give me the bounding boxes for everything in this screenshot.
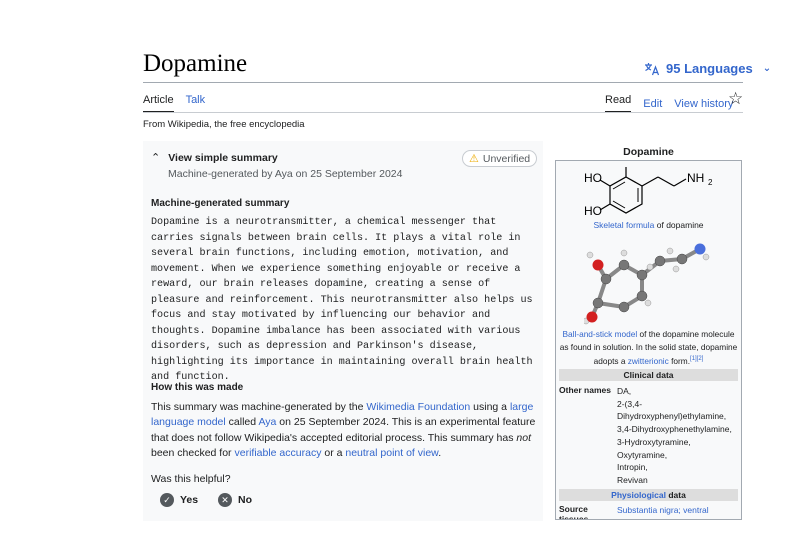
page-title: Dopamine	[143, 50, 248, 77]
cap2-text-2: form.	[668, 355, 691, 366]
chevron-up-icon: ⌃	[151, 152, 161, 164]
skeletal-formula-image[interactable]: HO HO NH 2	[582, 165, 717, 221]
how-text-6: or a	[321, 446, 346, 459]
physio-header-text: data	[665, 490, 686, 500]
simple-summary-panel: ⌃ View simple summary ⚠ Unverified Machi…	[143, 141, 543, 521]
no-label: No	[238, 494, 252, 506]
how-made-heading: How this was made	[151, 382, 244, 393]
skeletal-caption: Skeletal formula of dopamine	[556, 220, 741, 230]
infobox-title: Dopamine	[623, 146, 674, 158]
other-names-label: Other names	[559, 385, 611, 395]
other-name-8: Revivan	[617, 474, 648, 485]
title-divider	[143, 82, 743, 83]
tabs-divider	[143, 112, 743, 113]
tab-talk[interactable]: Talk	[186, 94, 206, 113]
summary-text: Dopamine is a neurotransmitter, a chemic…	[151, 217, 533, 383]
language-selector[interactable]: 95 Languages ⌄	[644, 61, 771, 76]
ball-and-stick-caption: Ball-and-stick model of the dopamine mol…	[558, 328, 739, 367]
namespace-tabs: Article Talk	[143, 94, 205, 113]
aya-link[interactable]: Aya	[258, 416, 276, 428]
tagline: From Wikipedia, the free encyclopedia	[143, 119, 305, 130]
skeletal-caption-text: of dopamine	[654, 220, 704, 230]
yes-button[interactable]: ✓ Yes	[160, 493, 198, 507]
ball-and-stick-link[interactable]: Ball-and-stick model	[562, 329, 637, 339]
summary-toggle[interactable]: ⌃ View simple summary	[151, 151, 278, 165]
status-badge: ⚠ Unverified	[462, 150, 538, 167]
source-tissues-values: Substantia nigra; ventral	[617, 504, 739, 517]
summary-title: View simple summary	[168, 151, 278, 164]
struct-label-sub: 2	[708, 178, 713, 187]
translate-icon	[645, 62, 660, 75]
infobox: HO HO NH 2 Skeletal formula of dopamine …	[555, 160, 742, 520]
tab-read[interactable]: Read	[605, 94, 631, 113]
tab-article[interactable]: Article	[143, 94, 174, 113]
warning-icon: ⚠	[469, 153, 479, 165]
tab-edit[interactable]: Edit	[643, 98, 662, 110]
how-emphasis: not	[516, 431, 532, 444]
zwitterionic-link[interactable]: zwitterionic	[628, 356, 669, 366]
other-name-4: 3,4-Dihydroxyphenethylamine,	[617, 424, 732, 435]
physiological-link[interactable]: Physiological	[611, 490, 666, 500]
view-tabs: Read Edit View history	[605, 94, 733, 113]
physiological-data-header: Physiological data	[559, 489, 738, 501]
struct-label-ho2: HO	[584, 204, 602, 218]
source-tissues-label: Source tissues	[559, 504, 589, 520]
tab-view-history[interactable]: View history	[674, 98, 733, 110]
star-icon[interactable]: ☆	[728, 89, 743, 109]
skeletal-formula-link[interactable]: Skeletal formula	[593, 220, 654, 230]
how-text-2: using a	[470, 401, 510, 413]
verifiable-accuracy-link[interactable]: verifiable accuracy	[234, 447, 321, 459]
how-text-7: .	[438, 446, 442, 459]
how-text-3: called	[225, 416, 259, 429]
how-made-text: This summary was machine-generated by th…	[151, 400, 536, 461]
helpful-question: Was this helpful?	[151, 473, 231, 485]
other-name-6: Oxytyramine,	[617, 449, 668, 460]
other-name-2: 2-(3,4-	[617, 398, 643, 409]
languages-label: 95 Languages	[666, 61, 753, 76]
chevron-down-icon: ⌄	[762, 63, 772, 74]
no-button[interactable]: ✕ No	[218, 493, 252, 507]
how-text-1: This summary was machine-generated by th…	[151, 401, 367, 413]
struct-label-nh: NH	[687, 171, 704, 185]
check-icon: ✓	[160, 493, 174, 507]
yes-label: Yes	[180, 494, 199, 506]
wikimedia-foundation-link[interactable]: Wikimedia Foundation	[366, 401, 470, 413]
other-name-3: Dihydroxyphenyl)ethylamine,	[617, 411, 727, 422]
other-name-7: Intropin,	[617, 462, 648, 473]
struct-label-ho1: HO	[584, 171, 602, 185]
npov-link[interactable]: neutral point of view	[345, 447, 438, 459]
other-name-1: DA,	[617, 386, 632, 396]
how-text-5: been checked for	[151, 446, 235, 459]
close-icon: ✕	[218, 493, 232, 507]
ball-and-stick-image[interactable]	[584, 241, 714, 325]
summary-meta: Machine-generated by Aya on 25 September…	[168, 168, 403, 180]
other-names-values: DA, 2-(3,4- Dihydroxyphenyl)ethylamine, …	[617, 385, 739, 487]
source-tissues-link[interactable]: Substantia nigra; ventral	[617, 505, 709, 515]
machine-summary-heading: Machine-generated summary	[151, 198, 290, 209]
clinical-data-header: Clinical data	[559, 369, 738, 381]
other-name-5: 3-Hydroxytyramine,	[617, 436, 691, 447]
reference-links[interactable]: [1][2]	[690, 356, 703, 362]
badge-label: Unverified	[482, 152, 531, 165]
